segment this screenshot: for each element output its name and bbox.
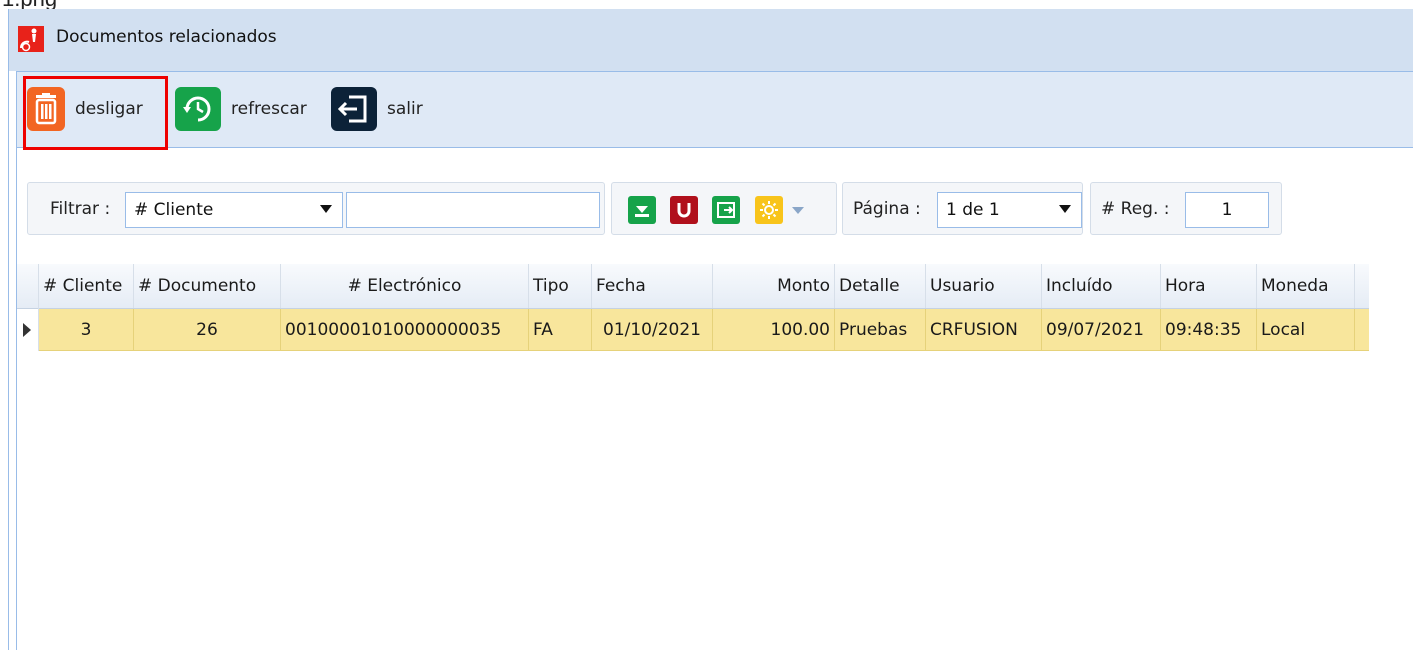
page-group: Página : 1 de 1 [842, 182, 1083, 235]
column-header-hora[interactable]: Hora [1161, 264, 1257, 308]
theme-dropdown-icon[interactable] [792, 207, 804, 214]
cell-detalle: Pruebas [835, 309, 926, 350]
reg-count-value: 1 [1221, 200, 1233, 220]
toolbar: desligar refrescar salir [17, 72, 1413, 150]
cell-electronico: 00100001010000000035 [281, 309, 529, 350]
cell-usuario: CRFUSION [926, 309, 1042, 350]
window-title: Documentos relacionados [56, 27, 277, 47]
cell-monto: 100.00 [713, 309, 835, 350]
page-value: 1 de 1 [946, 200, 1000, 220]
reg-label: # Reg. : [1101, 199, 1170, 219]
export-excel-icon[interactable] [628, 196, 656, 224]
column-header-monto[interactable]: Monto [713, 264, 835, 308]
related-documents-window: Documentos relacionados desligar refresc… [8, 9, 1413, 650]
cell-hora: 09:48:35 [1161, 309, 1257, 350]
grid-header: # Cliente # Documento # Electrónico Tipo… [17, 264, 1369, 309]
reg-count-input[interactable]: 1 [1185, 192, 1269, 228]
cell-incluido: 09/07/2021 [1042, 309, 1161, 350]
refresh-label: refrescar [231, 99, 307, 119]
chevron-down-icon [320, 205, 332, 213]
trash-icon [27, 87, 65, 131]
cell-fecha: 01/10/2021 [592, 309, 713, 350]
cell-cliente: 3 [39, 309, 134, 350]
export-icon[interactable] [712, 196, 740, 224]
cell-documento: 26 [134, 309, 281, 350]
filter-bar: Filtrar : # Cliente Página: 1 de 1 # Re… [17, 162, 1413, 262]
exit-button[interactable]: salir [331, 86, 423, 132]
filter-label: Filtrar : [50, 199, 111, 219]
filter-group: Filtrar : # Cliente [27, 182, 605, 235]
table-row[interactable]: 3 26 00100001010000000035 FA 01/10/2021 … [17, 309, 1369, 351]
cell-tipo: FA [529, 309, 592, 350]
app-icon [18, 26, 44, 52]
column-header-fecha[interactable]: Fecha [592, 264, 713, 308]
filter-text-input[interactable] [346, 192, 600, 228]
theme-icon[interactable] [755, 196, 783, 224]
row-pointer-icon [23, 323, 31, 337]
column-header-cliente[interactable]: # Cliente [39, 264, 134, 308]
page-select[interactable]: 1 de 1 [937, 192, 1082, 228]
column-header-tipo[interactable]: Tipo [529, 264, 592, 308]
exit-label: salir [387, 99, 423, 119]
exit-icon [331, 87, 377, 131]
filter-field-value: # Cliente [134, 200, 214, 220]
filter-field-select[interactable]: # Cliente [125, 192, 343, 228]
chevron-down-icon [1059, 205, 1071, 213]
column-header-moneda[interactable]: Moneda [1257, 264, 1355, 308]
column-header-usuario[interactable]: Usuario [926, 264, 1042, 308]
cell-moneda: Local [1257, 309, 1355, 350]
unlink-label: desligar [75, 99, 143, 119]
column-header-detalle[interactable]: Detalle [835, 264, 926, 308]
row-selector-header [17, 264, 39, 309]
refresh-button[interactable]: refrescar [175, 86, 307, 132]
page-label: Página : [853, 199, 921, 219]
unlink-button[interactable]: desligar [27, 86, 143, 132]
window-titlebar: Documentos relacionados [9, 9, 1413, 71]
row-selector[interactable] [17, 309, 39, 351]
tools-group [611, 182, 837, 235]
column-header-incluido[interactable]: Incluído [1042, 264, 1161, 308]
main-panel: desligar refrescar salir Filtrar: # Cli… [16, 71, 1413, 650]
refresh-clock-icon [175, 87, 221, 131]
reg-group: # Reg. : 1 [1090, 182, 1282, 235]
unlock-icon[interactable] [670, 196, 698, 224]
column-header-documento[interactable]: # Documento [134, 264, 281, 308]
column-header-electronico[interactable]: # Electrónico [281, 264, 529, 308]
